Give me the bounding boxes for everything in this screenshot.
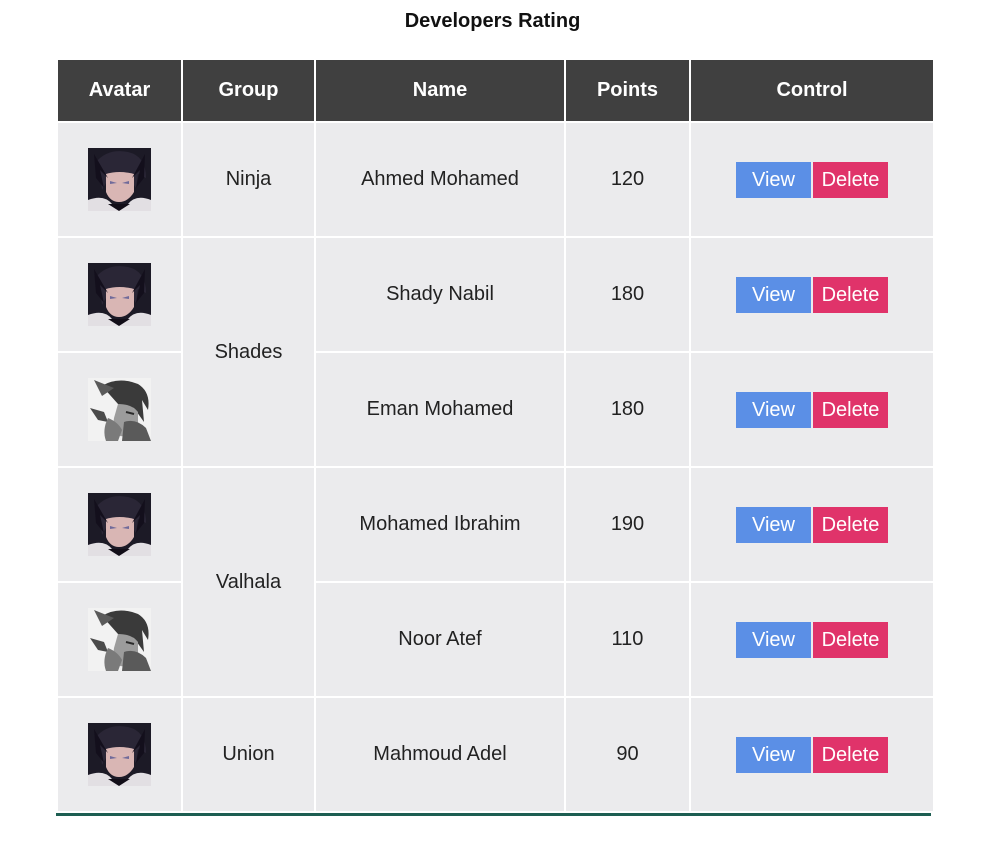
name-cell: Eman Mohamed xyxy=(316,353,564,466)
avatar-cell xyxy=(58,583,181,696)
page-title: Developers Rating xyxy=(404,10,581,32)
delete-button[interactable]: Delete xyxy=(813,161,888,198)
name-cell: Mahmoud Adel xyxy=(316,698,564,811)
avatar-cell xyxy=(58,123,181,236)
column-header-points: Points xyxy=(566,60,689,121)
table-row: Valhala Mohamed Ibrahim 190 View Delete xyxy=(58,468,933,696)
dark-haired-character-avatar xyxy=(88,723,151,786)
monochrome-character-avatar xyxy=(88,378,151,441)
name-cell: Ahmed Mohamed xyxy=(316,123,564,236)
points-cell: 110 xyxy=(566,583,689,696)
view-button[interactable]: View xyxy=(736,736,811,773)
group-cell: Valhala xyxy=(183,468,314,696)
control-cell: View Delete xyxy=(691,353,933,466)
group-cell: Union xyxy=(183,698,314,811)
view-button[interactable]: View xyxy=(736,276,811,313)
table-row: Shades Shady Nabil 180 View Delete xyxy=(58,238,933,466)
avatar-cell xyxy=(58,353,181,466)
name-cell: Noor Atef xyxy=(316,583,564,696)
column-header-group: Group xyxy=(183,60,314,121)
delete-button[interactable]: Delete xyxy=(813,506,888,543)
header-row: Avatar Group Name Points Control xyxy=(58,60,933,121)
control-cell: View Delete xyxy=(691,698,933,811)
name-cell: Shady Nabil xyxy=(316,238,564,351)
points-cell: 90 xyxy=(566,698,689,811)
points-cell: 190 xyxy=(566,468,689,581)
control-cell: View Delete xyxy=(691,468,933,581)
points-cell: 120 xyxy=(566,123,689,236)
table-row: Ninja Ahmed Mohamed 120 View Delete xyxy=(58,123,933,236)
view-button[interactable]: View xyxy=(736,506,811,543)
control-cell: View Delete xyxy=(691,238,933,351)
avatar-cell xyxy=(58,698,181,811)
table-bottom-border xyxy=(56,813,931,816)
dark-haired-character-avatar xyxy=(88,263,151,326)
monochrome-character-avatar xyxy=(88,608,151,671)
points-cell: 180 xyxy=(566,353,689,466)
column-header-avatar: Avatar xyxy=(58,60,181,121)
delete-button[interactable]: Delete xyxy=(813,391,888,428)
control-cell: View Delete xyxy=(691,123,933,236)
name-cell: Mohamed Ibrahim xyxy=(316,468,564,581)
delete-button[interactable]: Delete xyxy=(813,276,888,313)
delete-button[interactable]: Delete xyxy=(813,736,888,773)
points-cell: 180 xyxy=(566,238,689,351)
dark-haired-character-avatar xyxy=(88,493,151,556)
view-button[interactable]: View xyxy=(736,621,811,658)
developers-rating-table: Avatar Group Name Points Control Ninja A… xyxy=(56,58,935,813)
table-row: Union Mahmoud Adel 90 View Delete xyxy=(58,698,933,811)
avatar-cell xyxy=(58,238,181,351)
delete-button[interactable]: Delete xyxy=(813,621,888,658)
view-button[interactable]: View xyxy=(736,391,811,428)
dark-haired-character-avatar xyxy=(88,148,151,211)
column-header-name: Name xyxy=(316,60,564,121)
column-header-control: Control xyxy=(691,60,933,121)
group-cell: Ninja xyxy=(183,123,314,236)
group-cell: Shades xyxy=(183,238,314,466)
view-button[interactable]: View xyxy=(736,161,811,198)
avatar-cell xyxy=(58,468,181,581)
control-cell: View Delete xyxy=(691,583,933,696)
